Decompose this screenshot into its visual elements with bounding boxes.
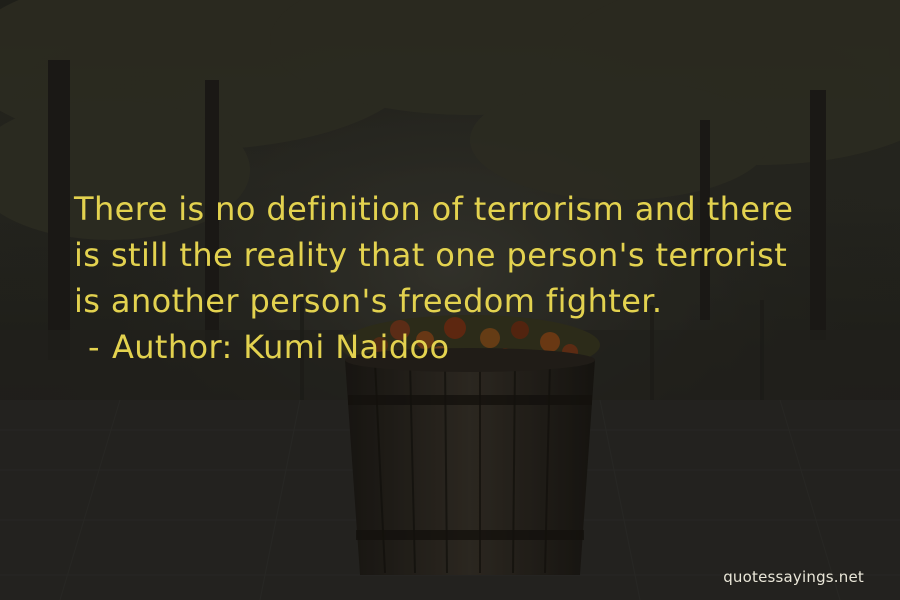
quote-line: is another person's freedom fighter. (74, 282, 663, 320)
quote-image: There is no definition of terrorism and … (0, 0, 900, 600)
quote-text-block: There is no definition of terrorism and … (74, 186, 874, 370)
quote-line: There is no definition of terrorism and … (74, 190, 794, 228)
author-line: - Author: Kumi Naidoo (88, 324, 874, 370)
author-dash: - (88, 328, 100, 366)
author-label: Author: (111, 328, 233, 366)
author-name: Kumi Naidoo (243, 328, 450, 366)
quote-line: is still the reality that one person's t… (74, 236, 788, 274)
site-watermark: quotessayings.net (723, 568, 864, 586)
